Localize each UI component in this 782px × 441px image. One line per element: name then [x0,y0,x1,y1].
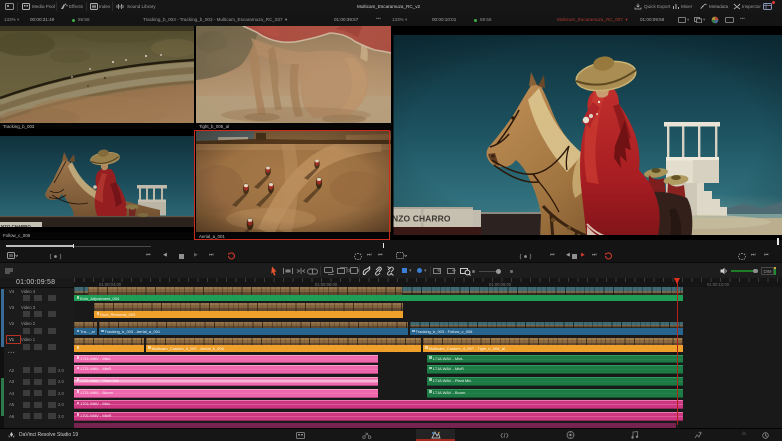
svg-text:NZO CHARRO: NZO CHARRO [392,214,451,224]
